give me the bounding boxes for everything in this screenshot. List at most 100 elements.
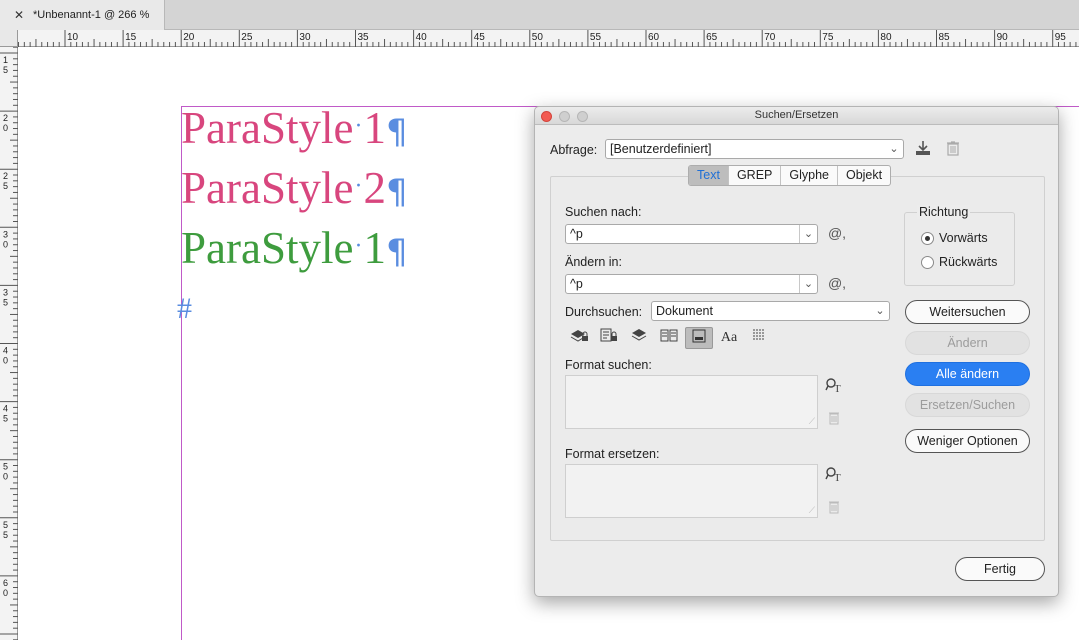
change-find-button[interactable]: Ersetzen/Suchen (905, 393, 1030, 417)
ruler-label: 5 (3, 414, 8, 424)
delete-query-icon[interactable] (943, 140, 963, 159)
fewer-options-button[interactable]: Weniger Optionen (905, 429, 1030, 453)
specify-format-icon[interactable]: T (824, 377, 844, 396)
change-to-field[interactable]: ^p ⌄ (565, 274, 818, 294)
case-sensitive-icon[interactable]: Aa (715, 327, 743, 349)
horizontal-ruler[interactable]: 10 15 20 25 30 35 40 45 50 55 60 65 70 75 80 85 90 95 (18, 30, 1079, 47)
ruler-label: 35 (358, 32, 370, 43)
dialog-titlebar[interactable]: Suchen/Ersetzen (535, 107, 1058, 125)
clear-format-icon[interactable] (826, 500, 842, 517)
ruler-label: 5 (3, 520, 8, 530)
ruler-label: 5 (3, 181, 8, 191)
ruler-label: 5 (3, 65, 8, 75)
tab-glyph[interactable]: Glyphe (781, 166, 838, 185)
whole-word-icon[interactable] (745, 327, 773, 349)
hidden-layers-icon[interactable] (625, 327, 653, 349)
change-to-value: ^p (570, 277, 583, 291)
ruler-label: 5 (3, 297, 8, 307)
master-pages-icon[interactable] (655, 327, 683, 349)
horizontal-ruler-ticks: 10 15 20 25 30 35 40 45 50 55 60 65 70 75 80 85 90 95 (18, 30, 1077, 47)
change-button[interactable]: Ändern (905, 331, 1030, 355)
text-line-2[interactable]: ParaStyle·2¶ (181, 166, 408, 211)
search-scope-label: Durchsuchen: (565, 305, 643, 319)
change-format-label: Format ersetzen: (565, 447, 660, 461)
special-characters-icon[interactable]: @, (825, 225, 849, 241)
document-tab[interactable]: ✕ *Unbenannt-1 @ 266 % (0, 0, 165, 30)
ruler-label: 25 (241, 32, 253, 43)
pilcrow-icon: ¶ (385, 172, 408, 212)
vertical-ruler-ticks: 15202530354045505560 (0, 35, 18, 640)
footnotes-icon[interactable] (685, 327, 713, 349)
find-format-box[interactable]: ⟋ (565, 375, 818, 429)
ruler-label: 85 (939, 32, 951, 43)
ruler-label: 40 (416, 32, 428, 43)
specify-format-icon[interactable]: T (824, 466, 844, 485)
vertical-ruler[interactable]: 15202530354045505560 (0, 30, 18, 640)
ruler-label: 4 (3, 404, 8, 414)
ruler-label: 70 (764, 32, 776, 43)
ruler-label: 6 (3, 578, 8, 588)
ruler-label: 50 (532, 32, 544, 43)
ruler-label: 0 (3, 588, 8, 598)
ruler-label: 45 (474, 32, 486, 43)
find-what-label: Suchen nach: (565, 205, 642, 219)
line-2-number: 2 (363, 163, 386, 213)
ruler-label: 2 (3, 171, 8, 181)
dialog-title: Suchen/Ersetzen (754, 109, 839, 121)
search-scope-value: Dokument (656, 304, 713, 318)
forward-radio[interactable] (921, 232, 934, 245)
tab-text[interactable]: Text (689, 166, 729, 185)
space-marker: · (354, 113, 363, 139)
done-button[interactable]: Fertig (955, 557, 1045, 581)
ruler-label: 2 (3, 113, 8, 123)
query-label: Abfrage: (550, 143, 598, 157)
chevron-down-icon[interactable]: ⌄ (799, 225, 817, 243)
ruler-origin-corner[interactable] (0, 30, 18, 47)
find-next-button[interactable]: Weitersuchen (905, 300, 1030, 324)
chevron-down-icon: ⌄ (875, 305, 885, 317)
ruler-label: 90 (997, 32, 1009, 43)
backward-radio[interactable] (921, 256, 934, 269)
tab-grep[interactable]: GREP (729, 166, 782, 185)
locked-stories-icon[interactable] (595, 327, 623, 349)
text-line-3[interactable]: ParaStyle·1¶ (181, 226, 408, 271)
ruler-label: 30 (299, 32, 311, 43)
ruler-label: 15 (125, 32, 137, 43)
change-all-button[interactable]: Alle ändern (905, 362, 1030, 386)
chevron-down-icon: ⌄ (889, 143, 899, 155)
search-scope-select[interactable]: Dokument ⌄ (651, 301, 890, 321)
ruler-label: 4 (3, 346, 8, 356)
tab-object[interactable]: Objekt (838, 166, 890, 185)
search-mode-tabs[interactable]: Text GREP Glyphe Objekt (688, 165, 892, 186)
ruler-label: 60 (648, 32, 660, 43)
find-what-value: ^p (570, 227, 583, 241)
clear-format-icon[interactable] (826, 411, 842, 428)
end-of-story-marker: # (177, 292, 192, 325)
ruler-label: 80 (880, 32, 892, 43)
special-characters-icon[interactable]: @, (825, 275, 849, 291)
backward-label[interactable]: Rückwärts (939, 255, 997, 269)
document-tab-bar: ✕ *Unbenannt-1 @ 266 % (0, 0, 1079, 30)
ruler-label: 55 (590, 32, 602, 43)
ruler-label: 20 (183, 32, 195, 43)
ruler-label: 10 (67, 32, 79, 43)
find-format-label: Format suchen: (565, 358, 652, 372)
close-tab-icon[interactable]: ✕ (14, 8, 24, 22)
locked-layers-icon[interactable] (565, 327, 593, 349)
find-change-dialog[interactable]: Suchen/Ersetzen Abfrage: [Benutzerdefini… (534, 106, 1059, 597)
ruler-label: 0 (3, 239, 8, 249)
text-line-1[interactable]: ParaStyle·1¶ (181, 106, 408, 151)
change-format-box[interactable]: ⟋ (565, 464, 818, 518)
change-to-label: Ändern in: (565, 255, 622, 269)
chevron-down-icon[interactable]: ⌄ (799, 275, 817, 293)
document-tab-title: *Unbenannt-1 @ 266 % (33, 9, 150, 21)
save-query-icon[interactable] (913, 140, 933, 159)
search-options-toolbar: Aa (565, 327, 773, 349)
find-what-field[interactable]: ^p ⌄ (565, 224, 818, 244)
ruler-label: 3 (3, 229, 8, 239)
pilcrow-icon: ¶ (385, 232, 408, 272)
ruler-label: 95 (1055, 32, 1067, 43)
query-value: [Benutzerdefiniert] (610, 142, 712, 156)
forward-label[interactable]: Vorwärts (939, 231, 988, 245)
query-select[interactable]: [Benutzerdefiniert] ⌄ (605, 139, 904, 159)
